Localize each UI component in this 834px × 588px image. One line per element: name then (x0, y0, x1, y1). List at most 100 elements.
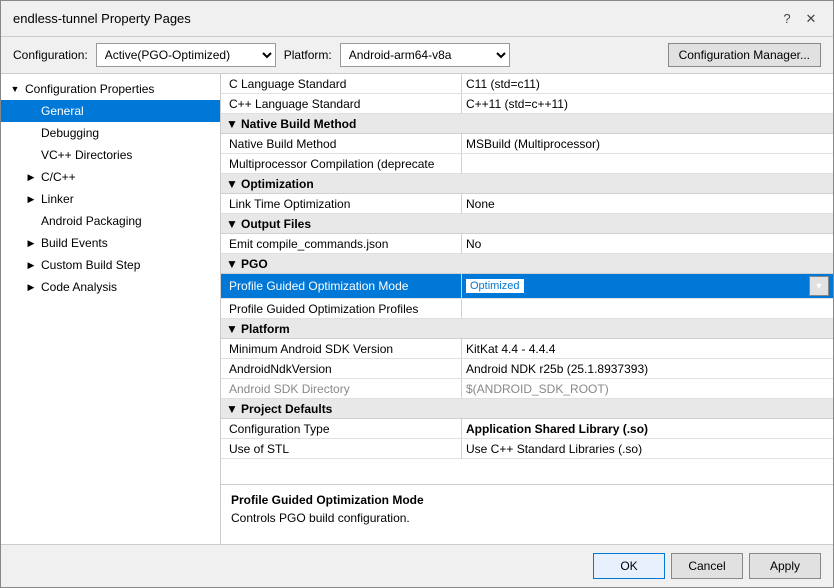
prop-row-use-stl: Use of STL Use C++ Standard Libraries (.… (221, 439, 833, 459)
group-header-label: PGO (241, 257, 268, 271)
config-manager-button[interactable]: Configuration Manager... (668, 43, 821, 67)
group-expand-icon: ▼ (225, 217, 239, 231)
tree-item-label: Configuration Properties (25, 82, 154, 96)
prop-value: C++11 (std=c++11) (461, 94, 833, 113)
apply-button[interactable]: Apply (749, 553, 821, 579)
properties-scroll[interactable]: C Language Standard C11 (std=c11) C++ La… (221, 74, 833, 484)
expand-icon: ▼ (7, 81, 23, 97)
prop-value: No (461, 234, 833, 253)
tree-item-linker[interactable]: ▶ Linker (1, 188, 220, 210)
tree-item-config-props[interactable]: ▼ Configuration Properties (1, 78, 220, 100)
prop-name: Use of STL (221, 439, 461, 458)
prop-value: Application Shared Library (.so) (461, 419, 833, 438)
prop-name: Profile Guided Optimization Profiles (221, 299, 461, 318)
prop-value: C11 (std=c11) (461, 74, 833, 93)
expand-icon: ▶ (23, 279, 39, 295)
tree-item-vc-dirs[interactable]: VC++ Directories (1, 144, 220, 166)
title-bar-controls: ? ✕ (777, 9, 821, 29)
tree-item-label: Android Packaging (41, 214, 142, 228)
configuration-dropdown[interactable]: Active(PGO-Optimized) (96, 43, 276, 67)
expand-icon (23, 125, 39, 141)
tree-panel: ▼ Configuration Properties General Debug… (1, 74, 221, 544)
info-description: Controls PGO build configuration. (231, 511, 823, 525)
prop-value (461, 299, 833, 318)
tree-item-custom-build-step[interactable]: ▶ Custom Build Step (1, 254, 220, 276)
prop-row-c-lang: C Language Standard C11 (std=c11) (221, 74, 833, 94)
prop-name: AndroidNdkVersion (221, 359, 461, 378)
tree-item-label: Code Analysis (41, 280, 117, 294)
expand-icon: ▶ (23, 169, 39, 185)
prop-value: Use C++ Standard Libraries (.so) (461, 439, 833, 458)
tree-item-label: Custom Build Step (41, 258, 140, 272)
group-header-label: Optimization (241, 177, 314, 191)
title-bar: endless-tunnel Property Pages ? ✕ (1, 1, 833, 37)
prop-value: MSBuild (Multiprocessor) (461, 134, 833, 153)
dialog-title: endless-tunnel Property Pages (13, 11, 191, 26)
group-header-label: Output Files (241, 217, 311, 231)
group-header-label: Native Build Method (241, 117, 356, 131)
property-pages-dialog: endless-tunnel Property Pages ? ✕ Config… (0, 0, 834, 588)
prop-row-cpp-lang: C++ Language Standard C++11 (std=c++11) (221, 94, 833, 114)
tree-item-build-events[interactable]: ▶ Build Events (1, 232, 220, 254)
prop-value: Optimized ▼ (461, 274, 833, 298)
expand-icon (23, 147, 39, 163)
main-area: ▼ Configuration Properties General Debug… (1, 73, 833, 544)
config-label: Configuration: (13, 48, 88, 62)
toolbar: Configuration: Active(PGO-Optimized) Pla… (1, 37, 833, 73)
expand-icon (23, 213, 39, 229)
prop-name: Configuration Type (221, 419, 461, 438)
prop-row-ndk-version: AndroidNdkVersion Android NDK r25b (25.1… (221, 359, 833, 379)
prop-row-config-type: Configuration Type Application Shared Li… (221, 419, 833, 439)
group-expand-icon: ▼ (225, 322, 239, 336)
group-expand-icon: ▼ (225, 402, 239, 416)
ok-button[interactable]: OK (593, 553, 665, 579)
group-expand-icon: ▼ (225, 257, 239, 271)
tree-item-cpp[interactable]: ▶ C/C++ (1, 166, 220, 188)
group-header-platform: ▼ Platform (221, 319, 833, 339)
tree-item-debugging[interactable]: Debugging (1, 122, 220, 144)
tree-item-label: Debugging (41, 126, 99, 140)
prop-row-pgo-mode[interactable]: Profile Guided Optimization Mode Optimiz… (221, 274, 833, 299)
tree-item-general[interactable]: General (1, 100, 220, 122)
platform-label: Platform: (284, 48, 332, 62)
prop-name: Android SDK Directory (221, 379, 461, 398)
prop-name: Emit compile_commands.json (221, 234, 461, 253)
prop-value: Android NDK r25b (25.1.8937393) (461, 359, 833, 378)
prop-row-sdk-dir: Android SDK Directory $(ANDROID_SDK_ROOT… (221, 379, 833, 399)
tree-item-label: Linker (41, 192, 74, 206)
expand-icon: ▶ (23, 191, 39, 207)
expand-icon: ▶ (23, 257, 39, 273)
platform-dropdown[interactable]: Android-arm64-v8a (340, 43, 510, 67)
prop-row-pgo-profiles: Profile Guided Optimization Profiles (221, 299, 833, 319)
tree-item-label: C/C++ (41, 170, 76, 184)
prop-row-min-sdk: Minimum Android SDK Version KitKat 4.4 -… (221, 339, 833, 359)
group-header-optimization: ▼ Optimization (221, 174, 833, 194)
group-expand-icon: ▼ (225, 117, 239, 131)
group-header-native-build: ▼ Native Build Method (221, 114, 833, 134)
group-header-label: Project Defaults (241, 402, 332, 416)
prop-row-compile-commands: Emit compile_commands.json No (221, 234, 833, 254)
expand-icon (23, 103, 39, 119)
dropdown-arrow-icon[interactable]: ▼ (809, 276, 829, 296)
prop-value: None (461, 194, 833, 213)
close-button[interactable]: ✕ (801, 9, 821, 29)
group-expand-icon: ▼ (225, 177, 239, 191)
prop-value: $(ANDROID_SDK_ROOT) (461, 379, 833, 398)
tree-item-label: Build Events (41, 236, 108, 250)
group-header-project-defaults: ▼ Project Defaults (221, 399, 833, 419)
bottom-buttons: OK Cancel Apply (1, 544, 833, 587)
prop-name: Minimum Android SDK Version (221, 339, 461, 358)
info-title: Profile Guided Optimization Mode (231, 493, 823, 507)
tree-item-label: VC++ Directories (41, 148, 132, 162)
prop-value: KitKat 4.4 - 4.4.4 (461, 339, 833, 358)
prop-row-link-time-opt: Link Time Optimization None (221, 194, 833, 214)
prop-name: Profile Guided Optimization Mode (221, 274, 461, 298)
tree-item-code-analysis[interactable]: ▶ Code Analysis (1, 276, 220, 298)
prop-row-native-build-method: Native Build Method MSBuild (Multiproces… (221, 134, 833, 154)
cancel-button[interactable]: Cancel (671, 553, 743, 579)
prop-name: C++ Language Standard (221, 94, 461, 113)
prop-row-multiprocessor: Multiprocessor Compilation (deprecate (221, 154, 833, 174)
help-button[interactable]: ? (777, 9, 797, 29)
group-header-pgo: ▼ PGO (221, 254, 833, 274)
tree-item-android-packaging[interactable]: Android Packaging (1, 210, 220, 232)
